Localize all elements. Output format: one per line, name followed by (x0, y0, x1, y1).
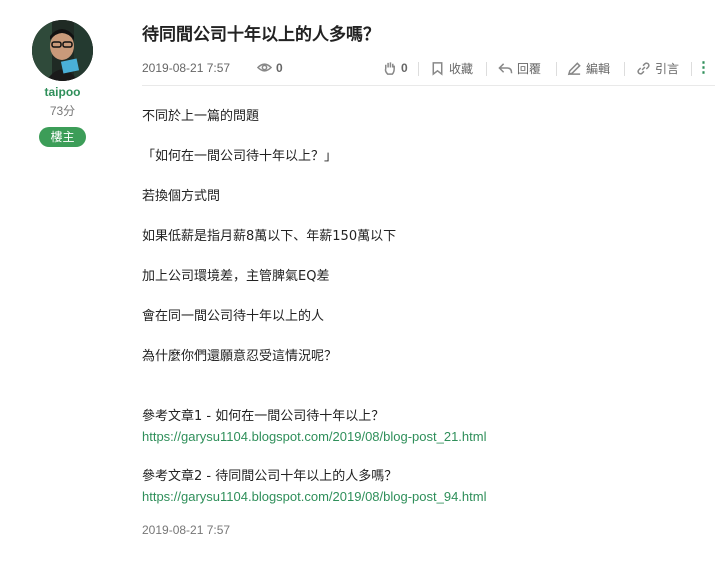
view-count: 0 (257, 60, 283, 75)
post-paragraph: 不同於上一篇的問題 (142, 109, 260, 124)
eye-icon (257, 63, 272, 72)
reference-label: 參考文章2 - 待同間公司十年以上的人多嗎？ (142, 469, 398, 484)
edit-label: 編輯 (586, 62, 611, 76)
edit-pencil-icon (567, 62, 581, 76)
quote-link-icon (637, 62, 650, 75)
reply-button[interactable]: 回覆 (498, 60, 541, 77)
reference-link[interactable]: https://garysu1104.blogspot.com/2019/08/… (142, 427, 486, 447)
divider (624, 62, 625, 76)
divider (418, 62, 419, 76)
post-content: 不同於上一篇的問題 「如何在一間公司待十年以上？」 若換個方式問 如果低薪是指月… (142, 107, 486, 527)
reply-label: 回覆 (517, 62, 542, 76)
op-badge: 樓主 (39, 127, 86, 147)
reference-label: 參考文章1 - 如何在一間公司待十年以上？ (142, 409, 385, 424)
divider (556, 62, 557, 76)
avatar-image (32, 20, 93, 81)
like-count: 0 (401, 60, 408, 75)
post-paragraph: 會在同一間公司待十年以上的人 (142, 309, 325, 324)
post-paragraph: 加上公司環境差，主管脾氣EQ差 (142, 269, 330, 284)
bookmark-icon (432, 62, 443, 76)
hand-like-icon (384, 62, 395, 75)
post-paragraph: 若換個方式問 (142, 189, 221, 204)
quote-button[interactable]: 引言 (636, 60, 679, 77)
bookmark-button[interactable]: 收藏 (430, 60, 473, 77)
author-points: 73分 (49, 104, 76, 118)
avatar[interactable] (32, 20, 93, 81)
post-footer-date: 2019-08-21 7:57 (142, 523, 231, 537)
like-button[interactable]: 0 (382, 60, 408, 75)
post-paragraph: 為什麼你們還願意忍受這情況呢？ (142, 349, 338, 364)
post-date: 2019-08-21 7:57 (142, 61, 231, 75)
divider (691, 62, 692, 76)
edit-button[interactable]: 編輯 (567, 60, 610, 77)
reply-icon (498, 63, 513, 74)
header-divider (142, 85, 715, 86)
divider (486, 62, 487, 76)
view-count-value: 0 (276, 60, 283, 75)
more-dots-icon[interactable]: ⋮ (696, 60, 711, 76)
quote-label: 引言 (655, 62, 680, 76)
author-username[interactable]: taipoo (0, 85, 125, 99)
post-title: 待同間公司十年以上的人多嗎？ (142, 25, 380, 45)
post-paragraph: 「如何在一間公司待十年以上？」 (142, 149, 338, 164)
reference-link[interactable]: https://garysu1104.blogspot.com/2019/08/… (142, 487, 486, 507)
bookmark-label: 收藏 (449, 62, 474, 76)
post-paragraph: 如果低薪是指月薪8萬以下、年薪150萬以下 (142, 229, 397, 244)
post-meta-bar: 2019-08-21 7:57 0 0 收藏 回覆 編輯 引言 ⋮ (142, 60, 715, 78)
